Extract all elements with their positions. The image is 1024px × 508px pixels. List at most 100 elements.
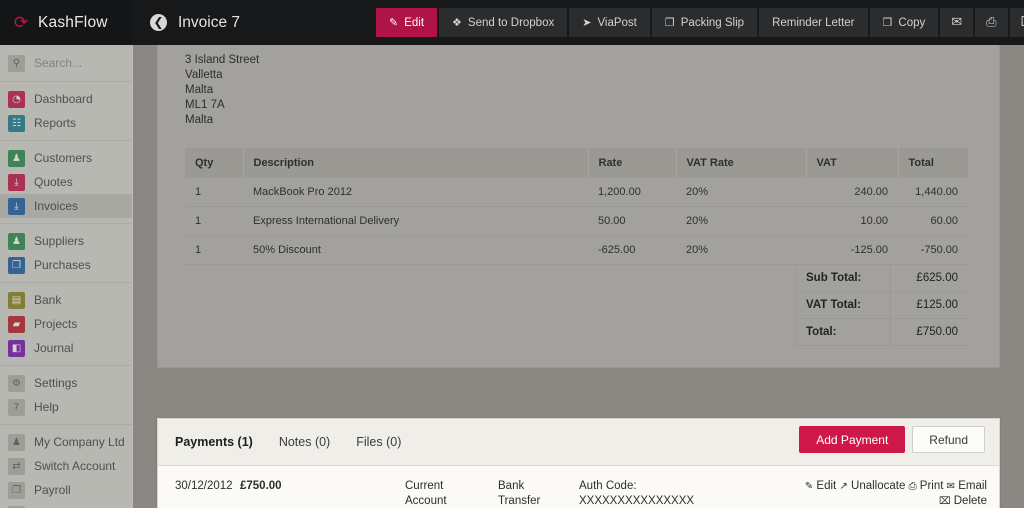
toolbar-reminder-letter-button[interactable]: Reminder Letter: [759, 8, 867, 37]
switch-icon: ⇄: [8, 458, 25, 475]
sidebar-item-payroll[interactable]: ❐Payroll: [0, 478, 132, 502]
payment-date: 30/12/2012: [175, 479, 233, 494]
tab-files[interactable]: Files (0): [356, 435, 401, 449]
payment-link-edit[interactable]: ✎ Edit: [805, 480, 836, 492]
toolbar-button-label: Send to Dropbox: [468, 17, 554, 29]
sidebar-item-label: Bank: [34, 293, 61, 307]
add-payment-button[interactable]: Add Payment: [799, 426, 905, 453]
toolbar-edit-button[interactable]: ✎Edit: [376, 8, 437, 37]
cell-description: Express International Delivery: [243, 207, 588, 236]
sidebar-item-label: Reports: [34, 116, 76, 130]
line-items-table: Qty Description Rate VAT Rate VAT Total …: [185, 148, 968, 265]
purchases-icon: ❐: [8, 257, 25, 274]
sidebar-item-label: My Company Ltd: [34, 435, 125, 449]
sidebar-item-my-company-ltd[interactable]: ♟My Company Ltd: [0, 430, 132, 454]
toolbar-send-to-dropbox-button[interactable]: ❖ Send to Dropbox: [439, 8, 567, 37]
cell-rate: 50.00: [588, 207, 676, 236]
swirl-logo-icon: ⟳: [12, 14, 30, 32]
toolbar-button-label: Reminder Letter: [772, 17, 854, 29]
payments-tabs: Payments (1) Notes (0) Files (0): [175, 435, 427, 449]
payment-method: Bank Transfer: [498, 479, 558, 508]
sidebar-group: ♟Customers⤓Quotes ⤓ Invoices: [0, 141, 132, 224]
payment-account: Current Account: [405, 479, 465, 508]
sidebar-item-switch-account[interactable]: ⇄ Switch Account: [0, 454, 132, 478]
dashboard-icon: ◔: [8, 91, 25, 108]
sidebar-item-invoices[interactable]: ⤓ Invoices: [0, 194, 132, 218]
auth-code-label: Auth Code:: [579, 479, 694, 494]
brand-logo[interactable]: ⟳ KashFlow: [0, 0, 133, 45]
sidebar-item-label: Switch Account: [34, 459, 115, 473]
sidebar-item-journal[interactable]: ◧ Journal: [0, 336, 132, 360]
totals-label: VAT Total:: [796, 292, 891, 319]
printer-icon: ⎙: [986, 15, 996, 30]
address-line: Valletta: [185, 68, 999, 83]
payment-link-label: Unallocate: [851, 480, 905, 492]
search-placeholder: Search...: [34, 56, 82, 70]
journal-icon: ◧: [8, 340, 25, 357]
sidebar-item-projects[interactable]: ▰Projects: [0, 312, 132, 336]
sidebar-group: ♟My Company Ltd ⇄ Switch Account ❐Payroll⏻L…: [0, 425, 132, 508]
trash-icon: ⌧: [939, 496, 951, 507]
payment-link-label: Delete: [954, 495, 987, 507]
table-row: 1MackBook Pro 20121,200.0020%240.001,440…: [185, 178, 968, 207]
sidebar-item-suppliers[interactable]: ♟Suppliers: [0, 229, 132, 253]
payments-header: Payments (1) Notes (0) Files (0) Add Payme…: [158, 419, 999, 465]
tab-notes[interactable]: Notes (0): [279, 435, 330, 449]
sidebar-item-label: Journal: [34, 341, 73, 355]
sidebar-item-quotes[interactable]: ⤓Quotes: [0, 170, 132, 194]
toolbar-viapost-button[interactable]: ➤ViaPost: [569, 8, 650, 37]
sidebar-item-purchases[interactable]: ❐ Purchases: [0, 253, 132, 277]
sidebar-item-label: Purchases: [34, 258, 91, 272]
cell-total: 60.00: [898, 207, 968, 236]
back-button[interactable]: ❮ Invoice 7: [133, 0, 240, 45]
payment-link-email[interactable]: ✉ Email: [947, 480, 987, 492]
sidebar-item-customers[interactable]: ♟Customers: [0, 146, 132, 170]
invoices-icon: ⤓: [8, 198, 25, 215]
refund-button[interactable]: Refund: [912, 426, 985, 453]
sidebar-item-label: Projects: [34, 317, 77, 331]
search-icon: ⚲: [8, 55, 25, 72]
pencil-icon: ✎: [805, 481, 813, 492]
address-line: ML1 7A: [185, 98, 999, 113]
toolbar-envelope-button[interactable]: ✉: [940, 8, 973, 37]
dropbox-icon: ❖: [452, 16, 462, 29]
sidebar-item-bank[interactable]: ▤ Bank: [0, 288, 132, 312]
page-title: Invoice 7: [178, 14, 240, 32]
sidebar: ⚲ Search... ◔Dashboard ☷ Reports ♟Customers…: [0, 45, 133, 508]
cell-qty: 1: [185, 178, 243, 207]
sidebar-item-help[interactable]: ?Help: [0, 395, 132, 419]
address-line: Malta: [185, 83, 999, 98]
sidebar-item-dashboard[interactable]: ◔Dashboard: [0, 87, 132, 111]
sidebar-item-log-out[interactable]: ⏻Log Out: [0, 502, 132, 508]
payment-link-print[interactable]: ⎙ Print: [909, 480, 944, 492]
address-line: 3 Island Street: [185, 53, 999, 68]
bank-icon: ▤: [8, 292, 25, 309]
toolbar-printer-button[interactable]: ⎙: [975, 8, 1007, 37]
payment-link-label: Email: [958, 480, 987, 492]
top-bar: ⟳ KashFlow ❮ Invoice 7 ✎Edit ❖ Send to Dro…: [0, 0, 1024, 45]
cell-vat-rate: 20%: [676, 207, 806, 236]
question-icon: ?: [8, 399, 25, 416]
sidebar-item-label: Invoices: [34, 199, 78, 213]
toolbar-packing-slip-button[interactable]: ❐Packing Slip: [652, 8, 757, 37]
column-header-total: Total: [898, 148, 968, 178]
toolbar-button-label: ViaPost: [597, 17, 636, 29]
sidebar-item-label: Quotes: [34, 175, 73, 189]
search-input[interactable]: ⚲ Search...: [0, 50, 132, 76]
printer-icon: ⎙: [909, 481, 917, 492]
payments-panel: Payments (1) Notes (0) Files (0) Add Payme…: [157, 418, 1000, 508]
payment-link-unallocate[interactable]: ↗ Unallocate: [839, 480, 905, 492]
totals-label: Total:: [796, 319, 891, 346]
cell-rate: -625.00: [588, 236, 676, 265]
sidebar-search-group: ⚲ Search...: [0, 45, 132, 82]
payment-link-delete[interactable]: ⌧ Delete: [939, 495, 987, 507]
sidebar-item-reports[interactable]: ☷ Reports: [0, 111, 132, 135]
toolbar-copy-button[interactable]: ❐Copy: [870, 8, 939, 37]
toolbar-trash-button[interactable]: ⌧: [1010, 8, 1024, 37]
tab-payments[interactable]: Payments (1): [175, 435, 253, 449]
table-row: 150% Discount-625.0020%-125.00-750.00: [185, 236, 968, 265]
reports-icon: ☷: [8, 115, 25, 132]
sidebar-item-settings[interactable]: ⚙Settings: [0, 371, 132, 395]
cell-total: 1,440.00: [898, 178, 968, 207]
column-header-vat: VAT: [806, 148, 898, 178]
